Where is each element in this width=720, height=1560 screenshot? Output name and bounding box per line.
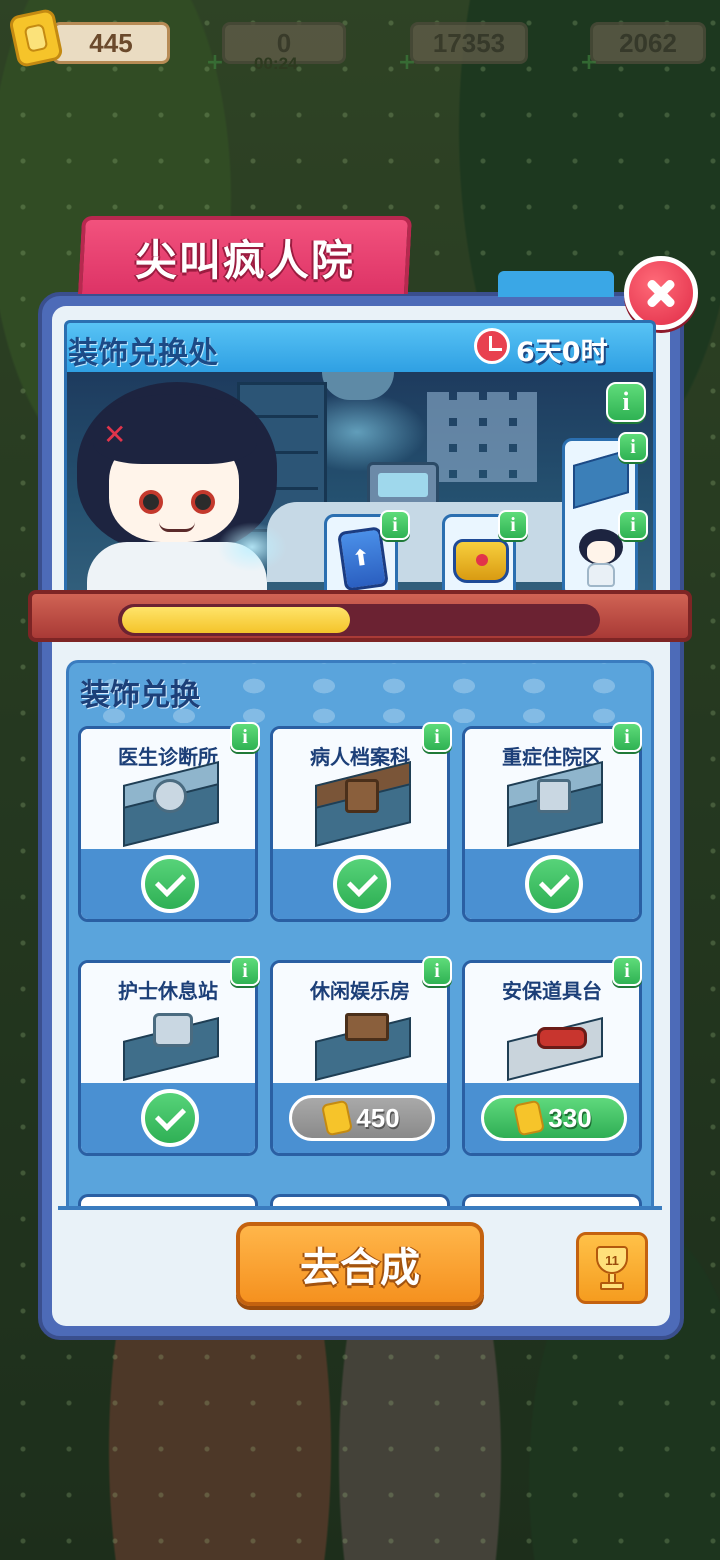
wall-notes — [427, 392, 537, 482]
ticket-icon — [321, 1099, 354, 1137]
recreation-room-icon — [309, 1007, 417, 1081]
gem-plus-icon[interactable]: + — [578, 52, 600, 74]
ticket-counter: 445 — [52, 22, 170, 64]
price-value: 450 — [356, 1102, 400, 1133]
coin-count: 17353 — [432, 27, 506, 58]
trophy-count: 11 — [605, 1252, 619, 1268]
exchange-section-title: 装饰兑换 — [80, 678, 200, 713]
owned-check-icon — [141, 1089, 199, 1147]
exchange-item-security-table[interactable]: 安保道具台 330 — [462, 960, 642, 1156]
item-name: 医生诊断所 — [118, 745, 218, 769]
intensive-ward-room-icon — [501, 761, 609, 847]
security-table-icon — [501, 1007, 609, 1081]
nurse-station-room-icon — [117, 1007, 225, 1081]
close-button[interactable] — [624, 256, 698, 330]
item-name: 护士休息站 — [118, 979, 218, 1003]
patient-records-room-icon — [309, 761, 417, 847]
item-info-icon[interactable]: i — [612, 722, 642, 752]
trophy-button[interactable]: 11 — [576, 1232, 648, 1304]
progress-bar-fill — [122, 607, 350, 633]
coin-counter: 17353 — [410, 22, 528, 64]
event-countdown: 6天0时 — [516, 337, 608, 368]
gem-count: 2062 — [619, 27, 677, 58]
exchange-item-patient-records[interactable]: 病人档案科 — [270, 726, 450, 922]
scroll-divider — [58, 1206, 662, 1210]
hospital-bed — [267, 502, 597, 582]
owned-check-icon — [141, 855, 199, 913]
go-merge-button[interactable]: 去合成 — [236, 1222, 484, 1306]
item-info-icon[interactable]: i — [612, 956, 642, 986]
treasure-chest-icon — [453, 539, 509, 583]
event-character: ✕ — [67, 372, 287, 594]
reward-card-info-icon[interactable]: i — [380, 510, 410, 540]
doctor-office-room-icon — [117, 761, 225, 847]
energy-timer: 00:24 — [254, 54, 298, 73]
clock-icon — [474, 328, 510, 364]
panel-tab-accent — [498, 271, 614, 297]
exchange-item-recreation-room[interactable]: 休闲娱乐房 450 — [270, 960, 450, 1156]
scene-info-icon[interactable]: i — [606, 382, 646, 422]
gem-counter: 2062 — [590, 22, 706, 64]
shop-header-title: 装饰兑换处 — [68, 336, 218, 371]
panel-title: 尖叫疯人院 — [134, 235, 355, 285]
reward-room-info-icon[interactable]: i — [618, 432, 648, 462]
price-button-locked[interactable]: 450 — [289, 1095, 435, 1141]
owned-check-icon — [333, 855, 391, 913]
item-info-icon[interactable]: i — [230, 956, 260, 986]
energy-plus-icon[interactable]: + — [204, 52, 226, 74]
ticket-icon — [513, 1099, 546, 1137]
coin-plus-icon[interactable]: + — [396, 52, 418, 74]
trophy-icon: 11 — [592, 1246, 632, 1290]
reward-chest-info-icon[interactable]: i — [498, 510, 528, 540]
reward-skin-info-icon[interactable]: i — [618, 510, 648, 540]
exchange-item-doctor-office[interactable]: 医生诊断所 — [78, 726, 258, 922]
ticket-count: 445 — [89, 27, 133, 58]
item-info-icon[interactable]: i — [230, 722, 260, 752]
character-skin-icon — [577, 529, 625, 587]
price-value: 330 — [548, 1102, 592, 1133]
exchange-item-nurse-station[interactable]: 护士休息站 — [78, 960, 258, 1156]
price-button-buy[interactable]: 330 — [481, 1095, 627, 1141]
exchange-item-intensive-ward[interactable]: 重症住院区 — [462, 726, 642, 922]
item-name: 休闲娱乐房 — [310, 979, 410, 1003]
ticket-icon — [8, 7, 64, 69]
owned-check-icon — [525, 855, 583, 913]
item-name: 病人档案科 — [310, 745, 410, 769]
item-info-icon[interactable]: i — [422, 722, 452, 752]
item-info-icon[interactable]: i — [422, 956, 452, 986]
panel-title-tab: 尖叫疯人院 — [77, 216, 413, 294]
